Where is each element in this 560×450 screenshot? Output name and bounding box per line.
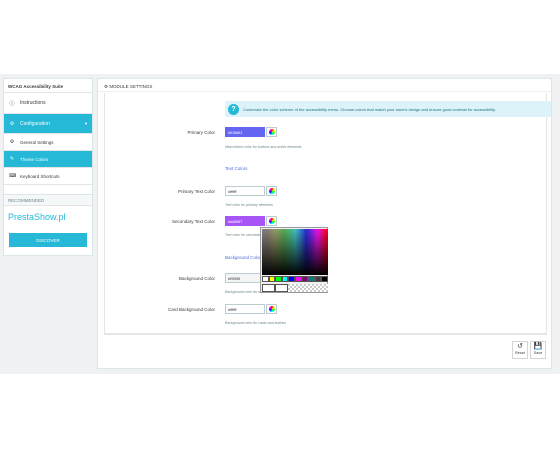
palette-swatches xyxy=(262,276,328,282)
card-background-color-picker-button[interactable] xyxy=(266,304,277,314)
swatch[interactable] xyxy=(321,276,328,282)
info-alert: ? Customize the color scheme of the acce… xyxy=(225,101,551,117)
reset-label: Reset xyxy=(515,351,525,355)
color-wheel-icon xyxy=(268,306,275,312)
recommended-box: RECOMMENDED PrestaShow.pl DISCOVER xyxy=(3,194,93,256)
panel-title: MODULE SETTINGS xyxy=(109,84,153,89)
sidebar-subitem-keyboard-shortcuts[interactable]: ⌨ Keyboard Shortcuts xyxy=(4,168,92,185)
caret-down-icon: ▼ xyxy=(84,121,88,126)
swatch[interactable] xyxy=(294,276,302,282)
background-color-label: Background Color xyxy=(178,276,215,281)
info-icon: ⓘ xyxy=(9,100,15,107)
gears-icon: ⚙ xyxy=(9,120,15,127)
card-background-color-help: Background color for cards and buttons xyxy=(225,321,287,325)
color-wheel-icon xyxy=(268,188,275,194)
secondary-text-color-input[interactable]: #a855f7 xyxy=(225,216,265,226)
reset-button[interactable]: ↺ Reset xyxy=(512,341,528,359)
discover-button[interactable]: DISCOVER xyxy=(9,233,87,247)
panel-header: ⚙ MODULE SETTINGS xyxy=(98,79,551,92)
keyboard-icon: ⌨ xyxy=(9,173,17,179)
primary-color-label: Primary Color xyxy=(187,130,215,135)
current-color-cell[interactable] xyxy=(262,284,275,292)
color-spectrum[interactable] xyxy=(262,229,328,275)
section-text-colors: Text Colors xyxy=(225,166,248,171)
swatch[interactable] xyxy=(288,276,295,282)
cogs-icon: ⚙ xyxy=(104,84,109,89)
previous-color-cell[interactable] xyxy=(275,284,288,292)
brush-icon: ✎ xyxy=(9,156,15,162)
sidebar-item-label: Configuration xyxy=(20,120,50,127)
sidebar-title: WCAG Accessibility Suite xyxy=(4,79,92,93)
save-button[interactable]: 💾 Save xyxy=(530,341,546,359)
background-color-input[interactable]: #f5f5f5 xyxy=(225,273,265,283)
sidebar-subitem-label: General Settings xyxy=(20,139,54,145)
gear-icon: ⚙ xyxy=(9,139,15,145)
sidebar-item-instructions[interactable]: ⓘ Instructions xyxy=(4,93,92,114)
swatch[interactable] xyxy=(308,276,315,282)
swatch[interactable] xyxy=(275,276,282,282)
section-background-colors: Background Colors xyxy=(225,255,264,260)
primary-text-color-input[interactable]: #ffffff xyxy=(225,186,265,196)
primary-color-input[interactable]: #6366f1 xyxy=(225,127,265,137)
sidebar-subitem-general-settings[interactable]: ⚙ General Settings xyxy=(4,134,92,151)
panel-footer: ↺ Reset 💾 Save xyxy=(104,334,547,360)
panel-body: ? Customize the color scheme of the acce… xyxy=(104,93,551,334)
info-text: Customize the color scheme of the access… xyxy=(243,106,496,112)
brand-logo[interactable]: PrestaShow.pl xyxy=(4,206,92,226)
undo-icon: ↺ xyxy=(517,343,523,350)
primary-text-color-picker-button[interactable] xyxy=(266,186,277,196)
swatch[interactable] xyxy=(281,276,289,282)
card-background-color-label: Card Background Color xyxy=(167,307,215,312)
sidebar-subitem-label: Keyboard Shortcuts xyxy=(20,173,60,179)
question-icon: ? xyxy=(228,103,239,115)
module-settings-panel: ⚙ MODULE SETTINGS ? Customize the color … xyxy=(97,78,552,369)
color-picker-popup xyxy=(260,227,328,293)
sidebar-item-configuration[interactable]: ⚙ Configuration ▼ xyxy=(4,114,92,134)
primary-color-picker-button[interactable] xyxy=(266,127,277,137)
secondary-text-color-picker-button[interactable] xyxy=(266,216,277,226)
floppy-disk-icon: 💾 xyxy=(533,343,543,350)
color-wheel-icon xyxy=(268,218,275,224)
card-background-color-input[interactable]: #ffffff xyxy=(225,304,265,314)
color-wheel-icon xyxy=(268,129,275,135)
save-label: Save xyxy=(533,351,543,355)
secondary-text-color-help: Text color for secondary xyxy=(225,233,263,237)
sidebar-item-label: Instructions xyxy=(20,100,46,106)
primary-text-color-help: Text color for primary elements xyxy=(225,203,273,207)
swatch[interactable] xyxy=(268,276,276,282)
primary-text-color-label: Primary Text Color xyxy=(178,189,215,194)
primary-color-help: Main theme color for buttons and active … xyxy=(225,145,302,149)
recommended-header: RECOMMENDED xyxy=(4,195,92,206)
swatch[interactable] xyxy=(301,276,309,282)
swatch[interactable] xyxy=(314,276,322,282)
sidebar-subitem-theme-colors[interactable]: ✎ Theme Colors xyxy=(4,151,92,168)
secondary-text-color-label: Secondary Text Color xyxy=(172,219,215,224)
swatch[interactable] xyxy=(262,276,269,282)
sidebar-subitem-label: Theme Colors xyxy=(20,156,49,162)
